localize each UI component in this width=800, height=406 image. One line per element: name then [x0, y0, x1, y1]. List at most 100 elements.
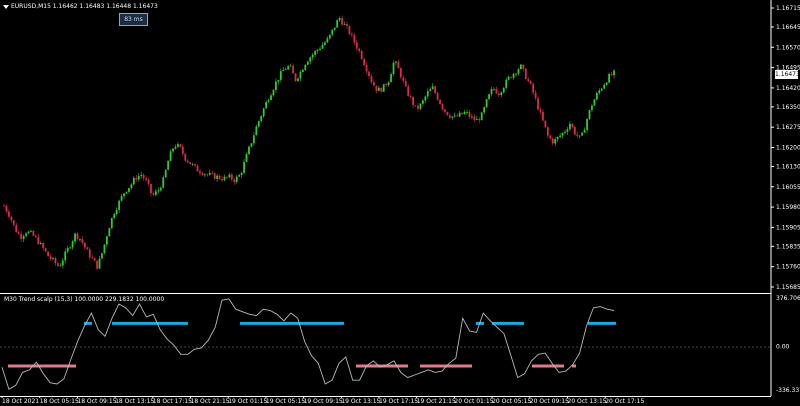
candle-body: [542, 111, 544, 121]
candle-body: [478, 118, 481, 121]
price-tick-label: 1.15980: [776, 204, 800, 211]
candle-body: [544, 120, 547, 128]
ping-badge: 83 ms: [119, 13, 148, 26]
candle-body: [390, 73, 392, 83]
candle-body: [88, 249, 91, 258]
candle-body: [34, 235, 37, 237]
candle-body: [49, 256, 52, 259]
candle-body: [12, 220, 15, 225]
candle-body: [605, 82, 608, 85]
candle-body: [174, 146, 177, 149]
candle-body: [292, 65, 294, 74]
candle-body: [559, 135, 562, 137]
candle-body: [265, 101, 268, 109]
candle-body: [81, 238, 84, 243]
candle-body: [475, 118, 478, 120]
candle-body: [64, 251, 67, 261]
price-tick-label: 1.15685: [776, 284, 800, 291]
candle-body: [490, 88, 493, 95]
candle-body: [488, 94, 490, 100]
candle-body: [32, 231, 35, 236]
candle-body: [561, 132, 564, 136]
candle-body: [172, 148, 174, 152]
price-tick-label: 1.16645: [776, 24, 800, 31]
candle-body: [52, 258, 54, 259]
candle-body: [194, 164, 196, 166]
candle-body: [113, 214, 116, 219]
candle-body: [595, 93, 598, 100]
candle-body: [363, 58, 366, 66]
indicator-axis: 376.7068 0.00 -336.3372: [776, 295, 800, 394]
candle-body: [319, 48, 321, 50]
candle-body: [348, 26, 351, 35]
candle-body: [157, 190, 160, 192]
candle-body: [412, 96, 415, 106]
indicator-tick-label: 0.00: [776, 344, 790, 351]
candle-body: [54, 258, 57, 264]
candle-body: [211, 172, 214, 174]
candle-body: [338, 18, 341, 21]
candle-body: [284, 69, 287, 71]
candle-body: [74, 233, 76, 242]
candle-body: [532, 83, 535, 93]
candle-body: [252, 135, 255, 144]
candle-body: [593, 99, 596, 106]
candle-body: [147, 179, 150, 184]
candle-body: [441, 104, 444, 110]
candle-body: [453, 115, 456, 117]
candle-body: [233, 179, 236, 182]
candle-body: [272, 89, 275, 96]
candle-body: [326, 38, 329, 43]
oscillator-line: [1, 298, 615, 390]
candle-body: [105, 236, 108, 245]
candle-body: [159, 187, 162, 191]
candle-body: [551, 138, 554, 144]
time-tick-label: 18 Oct 13:15: [115, 398, 154, 405]
candle-body: [96, 260, 98, 269]
candle-body: [44, 248, 47, 252]
current-price-label: 1.16473: [775, 70, 800, 79]
candle-body: [417, 105, 419, 109]
candle-body: [279, 71, 282, 80]
candle-body: [309, 57, 312, 62]
candle-body: [333, 27, 336, 30]
candle-body: [37, 236, 40, 245]
candle-body: [130, 184, 133, 189]
candle-body: [208, 172, 211, 175]
indicator-title: M30 Trend scalp (15,3) 100.0000 229.1832…: [4, 296, 165, 303]
candle-body: [262, 108, 265, 117]
candle-body: [569, 123, 571, 130]
candle-body: [468, 111, 471, 117]
candle-body: [375, 85, 378, 91]
candle-body: [360, 50, 363, 59]
candle-body: [191, 164, 194, 165]
candle-body: [512, 73, 515, 78]
price-tick-label: 1.16055: [776, 184, 800, 191]
time-tick-label: 18 Oct 17:15: [153, 398, 192, 405]
candle-body: [115, 209, 118, 215]
candle-body: [554, 139, 557, 144]
candle-body: [30, 231, 32, 232]
candle-body: [240, 172, 243, 176]
chart-menu-icon[interactable]: [3, 5, 9, 9]
candle-body: [47, 251, 49, 257]
price-chart[interactable]: 1.167151.166451.165701.164951.164201.163…: [0, 0, 800, 294]
candle-body: [564, 131, 566, 133]
candle-body: [358, 48, 361, 51]
candle-body: [56, 263, 59, 266]
candle-body: [76, 233, 79, 240]
candle-body: [69, 247, 72, 249]
time-tick-label: 18 Oct 21:15: [191, 398, 230, 405]
candle-body: [142, 174, 145, 179]
candle-body: [7, 211, 10, 217]
candle-body: [429, 89, 432, 92]
time-tick-label: 19 Oct 13:15: [341, 398, 380, 405]
candle-body: [243, 161, 245, 173]
candle-body: [613, 70, 615, 76]
candle-body: [282, 69, 285, 72]
time-tick-label: 18 Oct 05:15: [40, 398, 79, 405]
price-axis: 1.167151.166451.165701.164951.164201.163…: [771, 5, 800, 291]
candle-body: [583, 129, 586, 133]
price-tick-label: 1.16200: [776, 145, 800, 152]
candle-body: [101, 253, 103, 259]
